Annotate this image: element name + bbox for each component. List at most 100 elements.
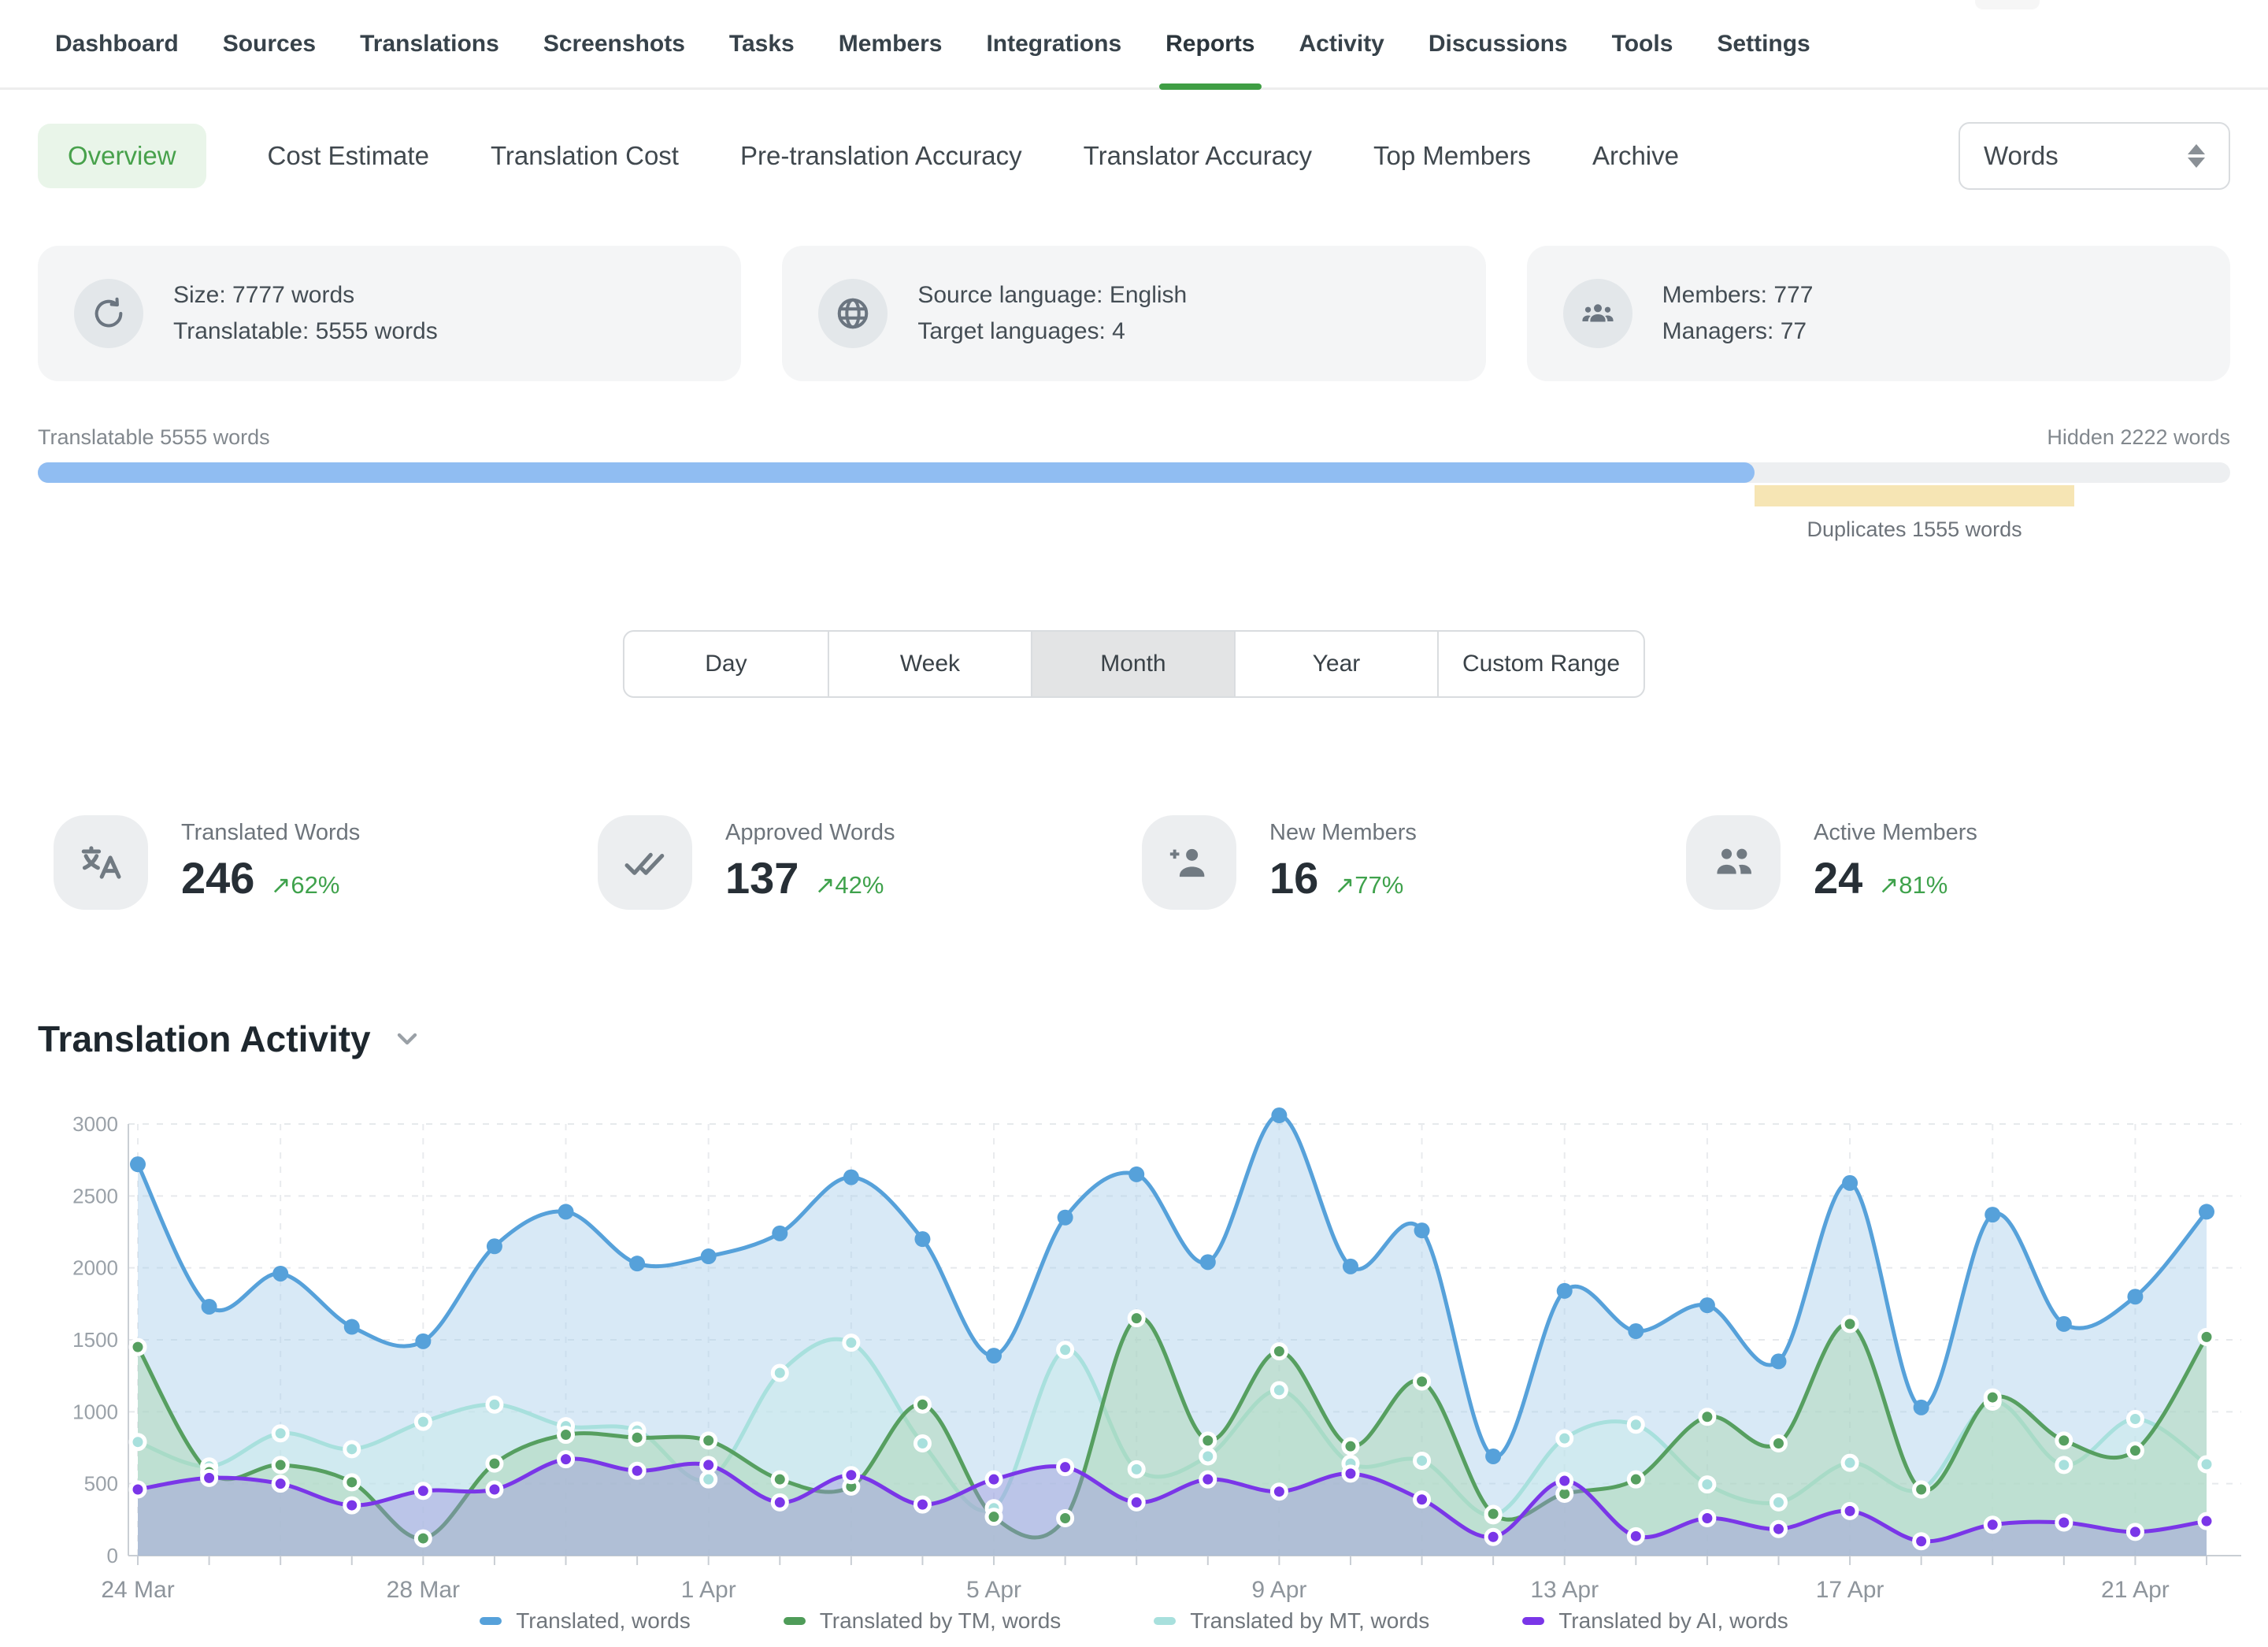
svg-text:24 Mar: 24 Mar xyxy=(101,1577,174,1603)
range-custom-range-button[interactable]: Custom Range xyxy=(1437,632,1644,696)
duplicates-label: Duplicates 1555 words xyxy=(1755,517,2074,542)
trend-up-icon: ↗ xyxy=(814,871,835,899)
summary-card: Size: 7777 words Translatable: 5555 word… xyxy=(38,246,741,381)
legend-label: Translated by AI, words xyxy=(1558,1608,1788,1634)
kpi-trend: ↗81% xyxy=(1878,871,1947,900)
card-line: Source language: English xyxy=(917,277,1187,313)
kpi-translated-words: Translated Words 246 ↗62% xyxy=(54,815,598,910)
duplicates-bar xyxy=(1755,485,2074,506)
svg-text:3000: 3000 xyxy=(72,1112,118,1136)
kpi-trend: ↗42% xyxy=(814,871,884,900)
nav-item-integrations[interactable]: Integrations xyxy=(986,0,1121,87)
nav-item-translations[interactable]: Translations xyxy=(360,0,499,87)
summary-cards: Size: 7777 words Translatable: 5555 word… xyxy=(38,246,2230,381)
svg-text:1000: 1000 xyxy=(72,1400,118,1423)
range-day-button[interactable]: Day xyxy=(624,632,828,696)
chart-title: Translation Activity xyxy=(38,1018,371,1060)
kpi-value: 16 xyxy=(1269,852,1318,903)
summary-card: Members: 777 Managers: 77 xyxy=(1527,246,2230,381)
kpi-label: New Members xyxy=(1269,820,1417,846)
kpi-value: 246 xyxy=(181,852,254,903)
person-add-icon xyxy=(1142,815,1236,910)
legend-item[interactable]: Translated, words xyxy=(480,1608,691,1634)
svg-text:28 Mar: 28 Mar xyxy=(387,1577,460,1603)
report-tab-cost-estimate[interactable]: Cost Estimate xyxy=(268,141,429,171)
kpi-row: Translated Words 246 ↗62% Approved Words… xyxy=(54,815,2230,910)
report-tab-archive[interactable]: Archive xyxy=(1592,141,1679,171)
translate-icon xyxy=(54,815,148,910)
kpi-approved-words: Approved Words 137 ↗42% xyxy=(598,815,1142,910)
range-month-button[interactable]: Month xyxy=(1031,632,1234,696)
date-range-toggle: DayWeekMonthYearCustom Range xyxy=(623,630,1645,698)
unit-select[interactable]: Words xyxy=(1959,122,2230,190)
kpi-value: 137 xyxy=(725,852,799,903)
card-line: Size: 7777 words xyxy=(173,277,438,313)
report-tab-top-members[interactable]: Top Members xyxy=(1373,141,1531,171)
report-tab-pre-translation-accuracy[interactable]: Pre-translation Accuracy xyxy=(740,141,1022,171)
translation-activity-chart: 05001000150020002500300024 Mar28 Mar1 Ap… xyxy=(0,1085,2268,1607)
legend-item[interactable]: Translated by TM, words xyxy=(784,1608,1062,1634)
legend-swatch-icon xyxy=(480,1617,502,1625)
hidden-label: Hidden 2222 words xyxy=(2047,425,2230,450)
svg-text:5 Apr: 5 Apr xyxy=(966,1577,1021,1603)
members-icon xyxy=(1563,279,1632,348)
translatable-progress: Translatable 5555 words Hidden 2222 word… xyxy=(38,425,2230,483)
nav-item-settings[interactable]: Settings xyxy=(1717,0,1810,87)
card-line: Target languages: 4 xyxy=(917,313,1187,350)
svg-text:0: 0 xyxy=(107,1544,118,1567)
progress-fill xyxy=(38,462,1755,483)
top-navigation: Dashboard Sources Translations Screenshots T… xyxy=(0,0,2268,90)
nav-item-screenshots[interactable]: Screenshots xyxy=(543,0,685,87)
nav-item-discussions[interactable]: Discussions xyxy=(1429,0,1568,87)
kpi-value: 24 xyxy=(1814,852,1862,903)
legend-item[interactable]: Translated by AI, words xyxy=(1522,1608,1788,1634)
nav-item-dashboard[interactable]: Dashboard xyxy=(55,0,179,87)
nav-item-tasks[interactable]: Tasks xyxy=(729,0,795,87)
kpi-new-members: New Members 16 ↗77% xyxy=(1142,815,1686,910)
kpi-trend: ↗77% xyxy=(1334,871,1403,900)
progress-track xyxy=(38,462,2230,483)
legend-item[interactable]: Translated by MT, words xyxy=(1154,1608,1429,1634)
legend-label: Translated, words xyxy=(516,1608,691,1634)
svg-text:1500: 1500 xyxy=(72,1328,118,1352)
kpi-trend: ↗62% xyxy=(270,871,339,900)
kpi-active-members: Active Members 24 ↗81% xyxy=(1686,815,2230,910)
nav-item-activity[interactable]: Activity xyxy=(1299,0,1384,87)
nav-item-members[interactable]: Members xyxy=(839,0,943,87)
card-line: Translatable: 5555 words xyxy=(173,313,438,350)
globe-icon xyxy=(818,279,888,348)
svg-text:9 Apr: 9 Apr xyxy=(1251,1577,1306,1603)
svg-text:500: 500 xyxy=(84,1472,118,1496)
nav-item-tools[interactable]: Tools xyxy=(1612,0,1673,87)
report-tab-translation-cost[interactable]: Translation Cost xyxy=(491,141,679,171)
legend-label: Translated by MT, words xyxy=(1190,1608,1429,1634)
double-check-icon xyxy=(598,815,692,910)
nav-item-sources[interactable]: Sources xyxy=(223,0,316,87)
summary-card: Source language: English Target language… xyxy=(782,246,1485,381)
select-arrows-icon xyxy=(2188,144,2205,168)
svg-text:21 Apr: 21 Apr xyxy=(2101,1577,2170,1603)
report-tab-overview[interactable]: Overview xyxy=(38,124,206,188)
kpi-label: Active Members xyxy=(1814,820,1977,846)
kpi-label: Approved Words xyxy=(725,820,895,846)
legend-swatch-icon xyxy=(1522,1617,1544,1625)
chevron-down-icon[interactable] xyxy=(391,1023,423,1055)
cut-off-element xyxy=(1975,0,2040,9)
trend-up-icon: ↗ xyxy=(1334,871,1354,899)
trend-up-icon: ↗ xyxy=(270,871,291,899)
report-tabs: Overview Cost Estimate Translation Cost Pre… xyxy=(38,109,2230,203)
range-week-button[interactable]: Week xyxy=(828,632,1031,696)
legend-swatch-icon xyxy=(784,1617,806,1625)
svg-text:1 Apr: 1 Apr xyxy=(681,1577,736,1603)
svg-text:17 Apr: 17 Apr xyxy=(1816,1577,1884,1603)
nav-item-reports[interactable]: Reports xyxy=(1166,0,1254,87)
svg-text:2500: 2500 xyxy=(72,1184,118,1207)
card-line: Members: 777 xyxy=(1662,277,1814,313)
unit-select-value: Words xyxy=(1984,141,2059,171)
translatable-label: Translatable 5555 words xyxy=(38,425,270,450)
svg-text:13 Apr: 13 Apr xyxy=(1530,1577,1599,1603)
report-tab-translator-accuracy[interactable]: Translator Accuracy xyxy=(1084,141,1312,171)
range-year-button[interactable]: Year xyxy=(1234,632,1437,696)
trend-up-icon: ↗ xyxy=(1878,871,1899,899)
sync-icon xyxy=(74,279,143,348)
